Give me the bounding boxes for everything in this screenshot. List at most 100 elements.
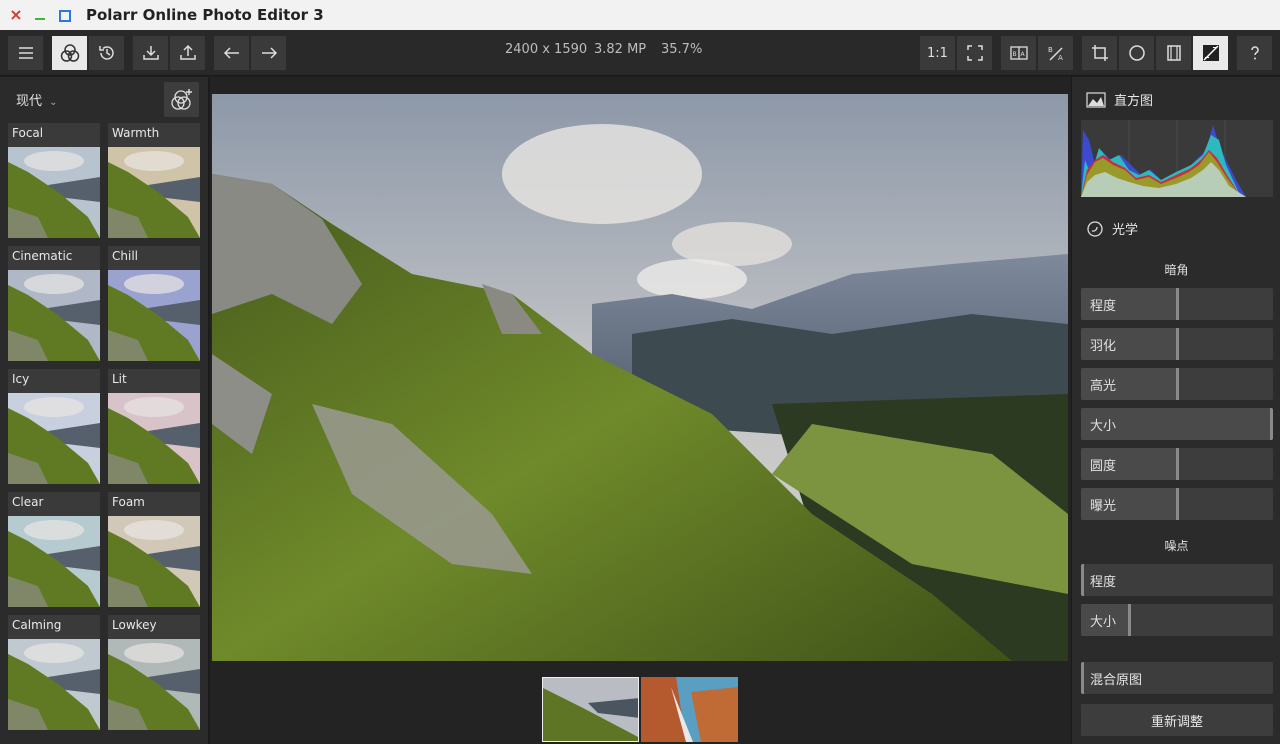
slider-handle[interactable]: [1081, 564, 1084, 596]
canvas-area: [210, 77, 1071, 744]
slider-label: 高光: [1090, 379, 1117, 394]
menu-button[interactable]: [8, 36, 43, 70]
add-filter-button[interactable]: [164, 82, 199, 117]
preset-label: Calming: [12, 618, 62, 632]
help-icon: [1250, 46, 1259, 60]
top-toolbar: 2400 x 1590 3.82 MP 35.7% 1:1 BA BA: [0, 30, 1280, 76]
brush-mask-button[interactable]: [1193, 36, 1228, 70]
preset-calming[interactable]: Calming: [8, 615, 100, 730]
actual-size-button[interactable]: 1:1: [920, 36, 955, 70]
slider-handle[interactable]: [1176, 288, 1179, 320]
frame-button[interactable]: [1156, 36, 1191, 70]
main-photo[interactable]: [212, 94, 1068, 661]
preset-thumbnail: [108, 270, 200, 361]
history-button[interactable]: [89, 36, 124, 70]
slider-handle[interactable]: [1270, 408, 1273, 440]
blend-original-slider[interactable]: 混合原图: [1081, 662, 1273, 694]
image-megapixels: 3.82 MP: [594, 42, 647, 57]
preset-warmth[interactable]: Warmth: [108, 123, 200, 238]
svg-text:B: B: [1012, 51, 1016, 58]
export-button[interactable]: [170, 36, 205, 70]
preset-label: Icy: [12, 372, 30, 386]
vignette-slider[interactable]: 羽化: [1081, 328, 1273, 360]
vignette-section-title: 暗角: [1164, 263, 1189, 277]
slider-handle[interactable]: [1176, 448, 1179, 480]
import-button[interactable]: [133, 36, 168, 70]
svg-text:A: A: [1058, 54, 1063, 62]
filmstrip-thumbnail-2[interactable]: [641, 677, 738, 742]
filters-button[interactable]: [52, 36, 87, 70]
preset-label: Foam: [112, 495, 145, 509]
slider-label: 程度: [1090, 575, 1117, 590]
vignette-slider[interactable]: 曝光: [1081, 488, 1273, 520]
vignette-slider[interactable]: 高光: [1081, 368, 1273, 400]
crop-icon: [1091, 45, 1108, 61]
slider-handle[interactable]: [1176, 368, 1179, 400]
slider-label: 圆度: [1090, 459, 1117, 474]
fullscreen-icon: [966, 45, 983, 61]
history-icon: [98, 46, 114, 60]
preset-thumbnail: [108, 639, 200, 730]
mask-icon: [1202, 45, 1219, 61]
svg-text:B: B: [1048, 46, 1053, 54]
auto-enhance-button[interactable]: BA: [1038, 36, 1073, 70]
optics-title: 光学: [1112, 223, 1139, 238]
preset-label: Clear: [12, 495, 44, 509]
optics-header[interactable]: 光学: [1086, 219, 1138, 238]
vignette-slider[interactable]: 大小: [1081, 408, 1273, 440]
vignette-slider[interactable]: 程度: [1081, 288, 1273, 320]
filmstrip-thumbnail-1[interactable]: [542, 677, 639, 742]
maximize-window-button[interactable]: [56, 7, 72, 23]
histogram-header: 直方图: [1086, 90, 1153, 109]
vignette-slider[interactable]: 圆度: [1081, 448, 1273, 480]
preset-thumbnail: [8, 639, 100, 730]
redo-icon: [261, 47, 277, 59]
preset-lowkey[interactable]: Lowkey: [108, 615, 200, 730]
image-dimensions: 2400 x 1590: [505, 42, 588, 57]
redo-button[interactable]: [251, 36, 286, 70]
grain-slider[interactable]: 大小: [1081, 604, 1273, 636]
circle-mask-button[interactable]: [1119, 36, 1154, 70]
lens-icon: [1087, 220, 1103, 237]
undo-icon: [223, 47, 239, 59]
slider-handle[interactable]: [1128, 604, 1131, 636]
chevron-down-icon: ⌄: [49, 97, 58, 108]
preset-cinematic[interactable]: Cinematic: [8, 246, 100, 361]
share-icon: [179, 44, 196, 60]
download-icon: [142, 46, 159, 60]
hamburger-icon: [18, 47, 33, 59]
grain-slider[interactable]: 程度: [1081, 564, 1273, 596]
preset-thumbnail: [8, 393, 100, 484]
preset-clear[interactable]: Clear: [8, 492, 100, 607]
preset-foam[interactable]: Foam: [108, 492, 200, 607]
histogram-icon: [1086, 91, 1106, 108]
compare-button[interactable]: BA: [1001, 36, 1036, 70]
help-button[interactable]: [1237, 36, 1272, 70]
preset-lit[interactable]: Lit: [108, 369, 200, 484]
circle-icon: [1128, 45, 1145, 61]
crop-button[interactable]: [1082, 36, 1117, 70]
frame-icon: [1166, 45, 1181, 61]
filter-collection-dropdown[interactable]: 现代 ⌄: [16, 90, 58, 109]
slider-handle[interactable]: [1176, 488, 1179, 520]
preset-label: Warmth: [112, 126, 160, 140]
actual-size-label: 1:1: [927, 45, 948, 61]
slider-label: 羽化: [1090, 339, 1117, 354]
preset-label: Cinematic: [12, 249, 73, 263]
filters-panel: 现代 ⌄ Focal Warmth Cinematic Chill Icy Lit Clea…: [0, 77, 209, 744]
add-filter-icon: [170, 88, 192, 110]
close-window-button[interactable]: ×: [8, 7, 24, 23]
magic-wand-icon: BA: [1048, 46, 1063, 62]
preset-label: Lit: [112, 372, 127, 386]
preset-icy[interactable]: Icy: [8, 369, 100, 484]
fit-screen-button[interactable]: [957, 36, 992, 70]
preset-chill[interactable]: Chill: [108, 246, 200, 361]
filters-icon: [60, 44, 79, 62]
minimize-window-button[interactable]: [32, 7, 48, 23]
histogram-chart: [1081, 120, 1273, 197]
undo-button[interactable]: [214, 36, 249, 70]
reset-button[interactable]: 重新调整: [1081, 704, 1273, 736]
preset-focal[interactable]: Focal: [8, 123, 100, 238]
svg-text:A: A: [1020, 51, 1025, 58]
slider-handle[interactable]: [1176, 328, 1179, 360]
